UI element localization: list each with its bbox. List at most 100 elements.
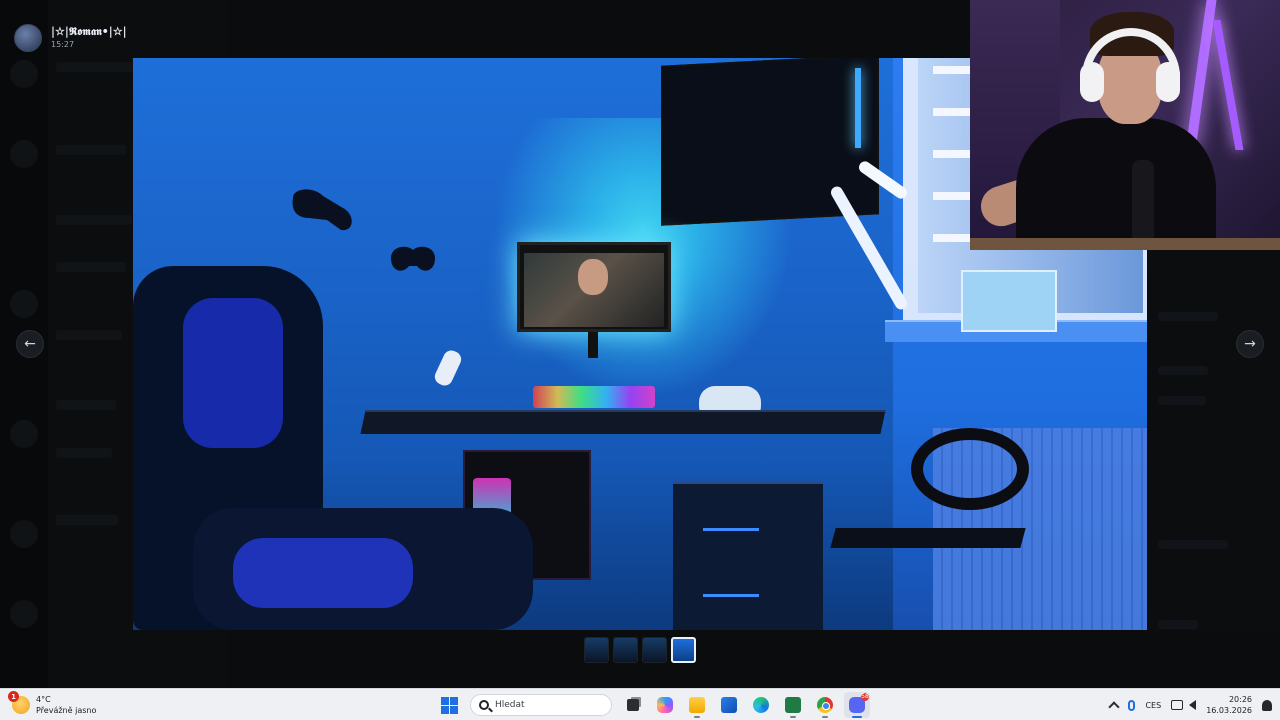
arrow-right-icon: → — [1244, 336, 1256, 352]
weather-widget[interactable]: 1 4°C Převážně jasno — [8, 691, 96, 718]
edge-icon — [753, 697, 769, 713]
folder-icon — [689, 697, 705, 713]
background-channel-row — [56, 448, 112, 458]
quick-settings[interactable] — [1171, 700, 1197, 710]
image-wheel-stand — [830, 528, 1026, 548]
search-icon — [479, 700, 489, 710]
image-monitor-face — [578, 259, 608, 295]
image-drawer-unit — [673, 482, 823, 630]
webcam-overlay — [970, 0, 1280, 250]
copilot-icon — [657, 697, 673, 713]
weather-condition: Převážně jasno — [36, 706, 97, 715]
task-view-button[interactable] — [620, 692, 646, 718]
thumbnail-preview — [585, 638, 608, 662]
image-window-blind — [933, 150, 973, 158]
excel-icon — [785, 697, 801, 713]
network-icon — [1171, 700, 1184, 710]
image-window-blind — [933, 108, 973, 116]
image-steering-wheel — [911, 428, 1029, 510]
clock-time: 20:26 — [1228, 695, 1252, 704]
image-drawer-handle — [703, 594, 759, 597]
microphone-icon[interactable] — [1128, 699, 1136, 711]
webcam-desk — [970, 238, 1280, 250]
image-thumbnail-active[interactable] — [671, 637, 696, 663]
arrow-left-icon: ← — [24, 336, 36, 352]
background-server-icon — [10, 420, 38, 448]
webcam-microphone — [1132, 160, 1154, 250]
image-drawer-handle — [703, 528, 759, 531]
discord-button[interactable]: 58 — [844, 692, 870, 718]
background-member-row — [1158, 396, 1206, 405]
notification-badge: 1 — [8, 691, 19, 702]
outlook-icon — [721, 697, 737, 713]
author-name[interactable]: |☆|𝕽𝖔𝖒𝖆𝖓•|☆| — [51, 25, 127, 39]
copilot-button[interactable] — [652, 692, 678, 718]
image-gamepad-sticker — [391, 246, 435, 271]
webcam-neon-light — [1185, 0, 1217, 150]
background-channel-row — [56, 515, 118, 525]
task-view-icon — [627, 699, 639, 711]
background-server-icon — [10, 600, 38, 628]
background-server-icon — [10, 290, 38, 318]
image-chair-accent — [183, 298, 283, 448]
weather-temperature: 4°C — [36, 695, 51, 704]
taskbar-center: Hledat 58 — [436, 692, 870, 718]
image-tv-led — [855, 68, 861, 148]
notification-bell-icon[interactable] — [1262, 699, 1272, 711]
thumbnail-preview — [643, 638, 666, 662]
image-chair-seat-accent — [233, 538, 413, 608]
windows-taskbar: 1 4°C Převážně jasno Hledat 58 CES 20:26… — [0, 688, 1280, 720]
weather-text: 4°C Převážně jasno — [36, 694, 96, 716]
system-tray: CES 20:26 16.03.2026 — [1108, 692, 1272, 718]
webcam-headphone-cup — [1080, 62, 1104, 102]
image-viewer-header: |☆|𝕽𝖔𝖒𝖆𝖓•|☆| 15:27 — [0, 0, 980, 58]
background-channel-row — [56, 215, 132, 225]
chrome-icon — [817, 697, 833, 713]
previous-image-button[interactable]: ← — [16, 330, 44, 358]
clock[interactable]: 20:26 16.03.2026 — [1206, 694, 1252, 716]
webcam-headphone-cup — [1156, 62, 1180, 102]
sun-icon: 1 — [8, 691, 30, 714]
thumbnail-preview — [614, 638, 637, 662]
image-storage-box — [961, 270, 1057, 332]
image-thumbnail[interactable] — [642, 637, 667, 663]
clock-date: 16.03.2026 — [1206, 706, 1252, 715]
background-server-icon — [10, 60, 38, 88]
author-avatar[interactable] — [14, 24, 42, 52]
search-placeholder: Hledat — [495, 700, 525, 710]
background-channel-row — [56, 262, 126, 272]
background-channel-row — [56, 400, 116, 410]
input-language[interactable]: CES — [1145, 701, 1161, 710]
background-member-row — [1158, 620, 1198, 629]
webcam-neon-light — [1212, 20, 1244, 150]
edge-button[interactable] — [748, 692, 774, 718]
thumbnail-strip — [584, 637, 696, 663]
file-explorer-button[interactable] — [684, 692, 710, 718]
background-channel-row — [56, 62, 136, 72]
start-button[interactable] — [436, 692, 462, 718]
image-thumbnail[interactable] — [613, 637, 638, 663]
taskbar-search[interactable]: Hledat — [470, 694, 612, 716]
image-window-blind — [933, 234, 973, 242]
background-channel-row — [56, 145, 126, 155]
webcam-shirt — [1016, 118, 1216, 250]
image-microphone — [432, 347, 464, 389]
background-channel-row — [56, 330, 122, 340]
image-thumbnail[interactable] — [584, 637, 609, 663]
windows-logo-icon — [440, 696, 458, 714]
background-member-list — [1148, 250, 1280, 630]
volume-icon — [1189, 700, 1197, 710]
excel-button[interactable] — [780, 692, 806, 718]
background-server-icon — [10, 140, 38, 168]
chevron-up-icon[interactable] — [1108, 701, 1121, 713]
next-image-button[interactable]: → — [1236, 330, 1264, 358]
message-timestamp: 15:27 — [51, 40, 75, 49]
image-window-blind — [933, 66, 973, 74]
background-member-row — [1158, 540, 1228, 549]
background-member-row — [1158, 366, 1208, 375]
outlook-button[interactable] — [716, 692, 742, 718]
chrome-button[interactable] — [812, 692, 838, 718]
background-member-row — [1158, 312, 1218, 321]
image-window-blind — [933, 192, 973, 200]
image-monitor-stand — [588, 332, 598, 358]
